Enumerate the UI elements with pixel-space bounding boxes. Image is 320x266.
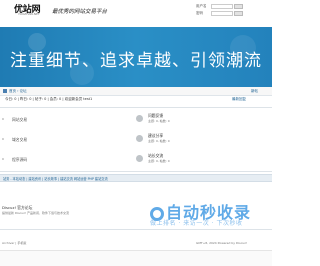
page-footer — [0, 250, 272, 266]
divider — [0, 229, 272, 230]
list-item-description: 提供最新 Discuz! 产品新闻、软件下载与技术交流 — [2, 211, 69, 215]
forum-row[interactable]: 0 域名交易 — [0, 132, 130, 146]
forum-title[interactable]: 程序源码 — [12, 157, 27, 163]
forum-title[interactable]: 域名交易 — [12, 137, 27, 143]
forum-count: 0 — [2, 117, 4, 121]
auto-login-toggle[interactable] — [234, 4, 243, 9]
divider — [0, 171, 272, 172]
site-logo-subtitle: YOUZHAN.NET — [18, 12, 40, 16]
forum-row[interactable]: 问题反馈 主题: 0, 帖数: 0 — [134, 111, 270, 127]
home-icon[interactable] — [3, 89, 7, 93]
forum-row[interactable]: 建议分享 主题: 0, 帖数: 0 — [134, 131, 270, 147]
forum-icon — [136, 155, 143, 162]
breadcrumb[interactable]: 首页 › 论坛 — [9, 89, 27, 94]
list-item[interactable]: Discuz! 官方论坛 提供最新 Discuz! 产品新闻、软件下载与技术交流 — [0, 205, 140, 221]
site-slogan: 最优秀的网站交易平台 — [52, 9, 108, 15]
forum-stats: 今日: 0 | 昨日: 0 | 帖子: 0 | 会员: 0 | 欢迎新会员 te… — [5, 97, 93, 101]
username-label: 用户名 — [196, 4, 207, 8]
password-input[interactable] — [211, 11, 233, 16]
forum-icon — [136, 115, 143, 122]
watermark-subtext: 做上排名 · 来访一次 · 下次秒收 — [150, 220, 243, 227]
footer-copyright: GMT+8, 2024 Powered by Discuz! — [196, 241, 248, 245]
forum-row[interactable]: 0 程序源码 — [0, 152, 130, 166]
forum-title[interactable]: 网站交易 — [12, 117, 27, 123]
divider — [0, 107, 272, 108]
forum-list: 0 网站交易 0 域名交易 0 程序源码 问题反馈 主题: 0, 帖数: 0 建… — [0, 109, 272, 171]
forum-row[interactable]: 站长交流 主题: 0, 帖数: 0 — [134, 151, 270, 167]
nav-bar: 首页 › 论坛 新帖 — [0, 87, 272, 96]
section-title[interactable]: 站务 - 本站动态 | 建站资讯 | 站长故事 | 建站交流 网站运营 PHP … — [3, 176, 108, 181]
new-posts-link[interactable]: 新帖 — [251, 89, 258, 94]
section-header: 站务 - 本站动态 | 建站资讯 | 站长故事 | 建站交流 网站运营 PHP … — [0, 174, 272, 182]
forum-count: 0 — [2, 157, 4, 161]
footer-links[interactable]: Archiver | 手机版 — [2, 241, 26, 245]
forum-count: 0 — [2, 137, 4, 141]
latest-replies-link[interactable]: 最新回复 — [232, 97, 246, 102]
forum-row[interactable]: 0 网站交易 — [0, 112, 130, 126]
login-button[interactable] — [234, 11, 243, 16]
password-label: 密码 — [196, 11, 203, 15]
banner-slogan: 注重细节、追求卓越、引领潮流 — [10, 51, 262, 71]
forum-icon — [136, 135, 143, 142]
hero-banner: 注重细节、追求卓越、引领潮流 — [0, 27, 272, 87]
forum-meta: 主题: 0, 帖数: 0 — [148, 159, 170, 163]
forum-meta: 主题: 0, 帖数: 0 — [148, 139, 170, 143]
username-input[interactable] — [211, 4, 233, 9]
forum-meta: 主题: 0, 帖数: 0 — [148, 119, 170, 123]
